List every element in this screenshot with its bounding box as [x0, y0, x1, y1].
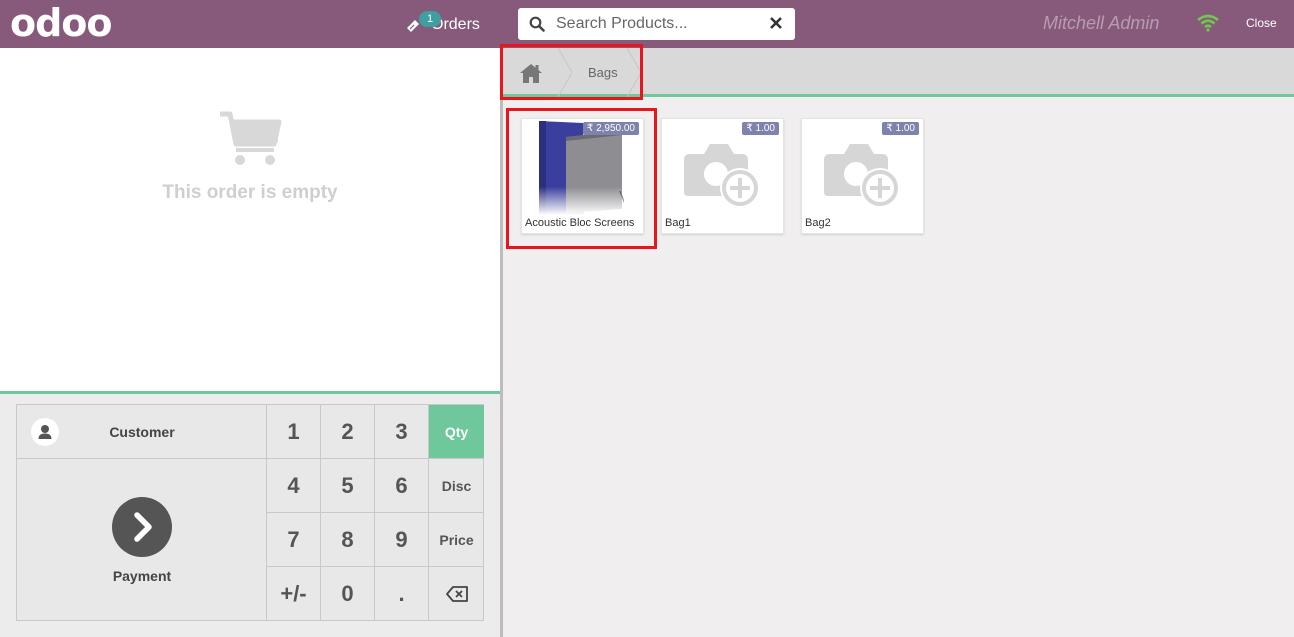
- backspace-icon: [445, 586, 468, 602]
- product-card[interactable]: ₹ 2,950.00 Acoustic Bloc Screens: [521, 118, 644, 234]
- payment-button[interactable]: Payment: [17, 459, 267, 621]
- product-price-badge: ₹ 1.00: [882, 122, 919, 135]
- product-name: Acoustic Bloc Screens: [525, 217, 635, 229]
- key-4[interactable]: 4: [267, 459, 321, 513]
- camera-placeholder-icon: [824, 144, 900, 208]
- breadcrumb-separator: [558, 48, 572, 97]
- wifi-icon: [1197, 14, 1219, 32]
- key-decimal[interactable]: .: [375, 567, 429, 621]
- customer-label: Customer: [109, 424, 175, 440]
- odoo-logo: odoo: [10, 1, 113, 45]
- orders-button[interactable]: 1 Orders: [405, 11, 480, 38]
- key-3[interactable]: 3: [375, 405, 429, 459]
- backspace-button[interactable]: [429, 567, 484, 621]
- payment-label: Payment: [112, 568, 172, 584]
- chevron-right-icon: [112, 497, 172, 557]
- numpad: 1 2 3 Qty 4 5 6 Disc 7 8 9 Price +/- 0 .: [267, 405, 484, 621]
- breadcrumb-bar: [503, 48, 1294, 97]
- customer-button[interactable]: Customer: [17, 405, 267, 459]
- close-button[interactable]: Close: [1246, 16, 1277, 30]
- key-1[interactable]: 1: [267, 405, 321, 459]
- key-8[interactable]: 8: [321, 513, 375, 567]
- key-plus-minus[interactable]: +/-: [267, 567, 321, 621]
- breadcrumb-home[interactable]: [503, 48, 558, 97]
- search-icon: [529, 16, 545, 32]
- orders-count-badge: 1: [419, 11, 441, 27]
- breadcrumb-separator: [627, 48, 641, 97]
- ticket-icon: 1: [405, 11, 441, 34]
- product-name: Bag1: [665, 217, 691, 229]
- search-box: [518, 8, 795, 40]
- control-panel: Customer Payment 1 2 3 Qty 4 5 6 Disc 7 …: [16, 404, 484, 621]
- key-7[interactable]: 7: [267, 513, 321, 567]
- home-icon: [519, 63, 542, 83]
- camera-placeholder-icon: [684, 144, 760, 208]
- empty-order-text: This order is empty: [162, 182, 338, 203]
- key-9[interactable]: 9: [375, 513, 429, 567]
- mode-price-button[interactable]: Price: [429, 513, 484, 567]
- mode-qty-button[interactable]: Qty: [429, 405, 484, 459]
- cart-icon: [220, 111, 282, 165]
- clear-search-icon[interactable]: [769, 16, 783, 30]
- product-price-badge: ₹ 2,950.00: [582, 122, 639, 135]
- key-0[interactable]: 0: [321, 567, 375, 621]
- product-name: Bag2: [805, 217, 831, 229]
- user-name[interactable]: Mitchell Admin: [1043, 13, 1159, 34]
- acoustic-screen-image: [536, 121, 624, 215]
- key-5[interactable]: 5: [321, 459, 375, 513]
- mode-disc-button[interactable]: Disc: [429, 459, 484, 513]
- search-input[interactable]: [556, 15, 756, 33]
- key-2[interactable]: 2: [321, 405, 375, 459]
- product-price-badge: ₹ 1.00: [742, 122, 779, 135]
- product-card[interactable]: ₹ 1.00 Bag2: [801, 118, 924, 234]
- breadcrumb-bags[interactable]: Bags: [588, 65, 618, 80]
- product-card[interactable]: ₹ 1.00 Bag1: [661, 118, 784, 234]
- key-6[interactable]: 6: [375, 459, 429, 513]
